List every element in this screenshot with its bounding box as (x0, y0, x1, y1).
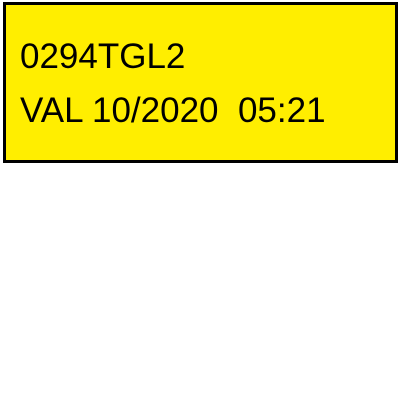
page: 0294TGL2 VAL 10/2020 05:21 (0, 0, 400, 400)
label-code: 0294TGL2 (20, 37, 186, 76)
label-validity-time: VAL 10/2020 05:21 (20, 91, 326, 130)
yellow-label: 0294TGL2 VAL 10/2020 05:21 (3, 2, 398, 163)
